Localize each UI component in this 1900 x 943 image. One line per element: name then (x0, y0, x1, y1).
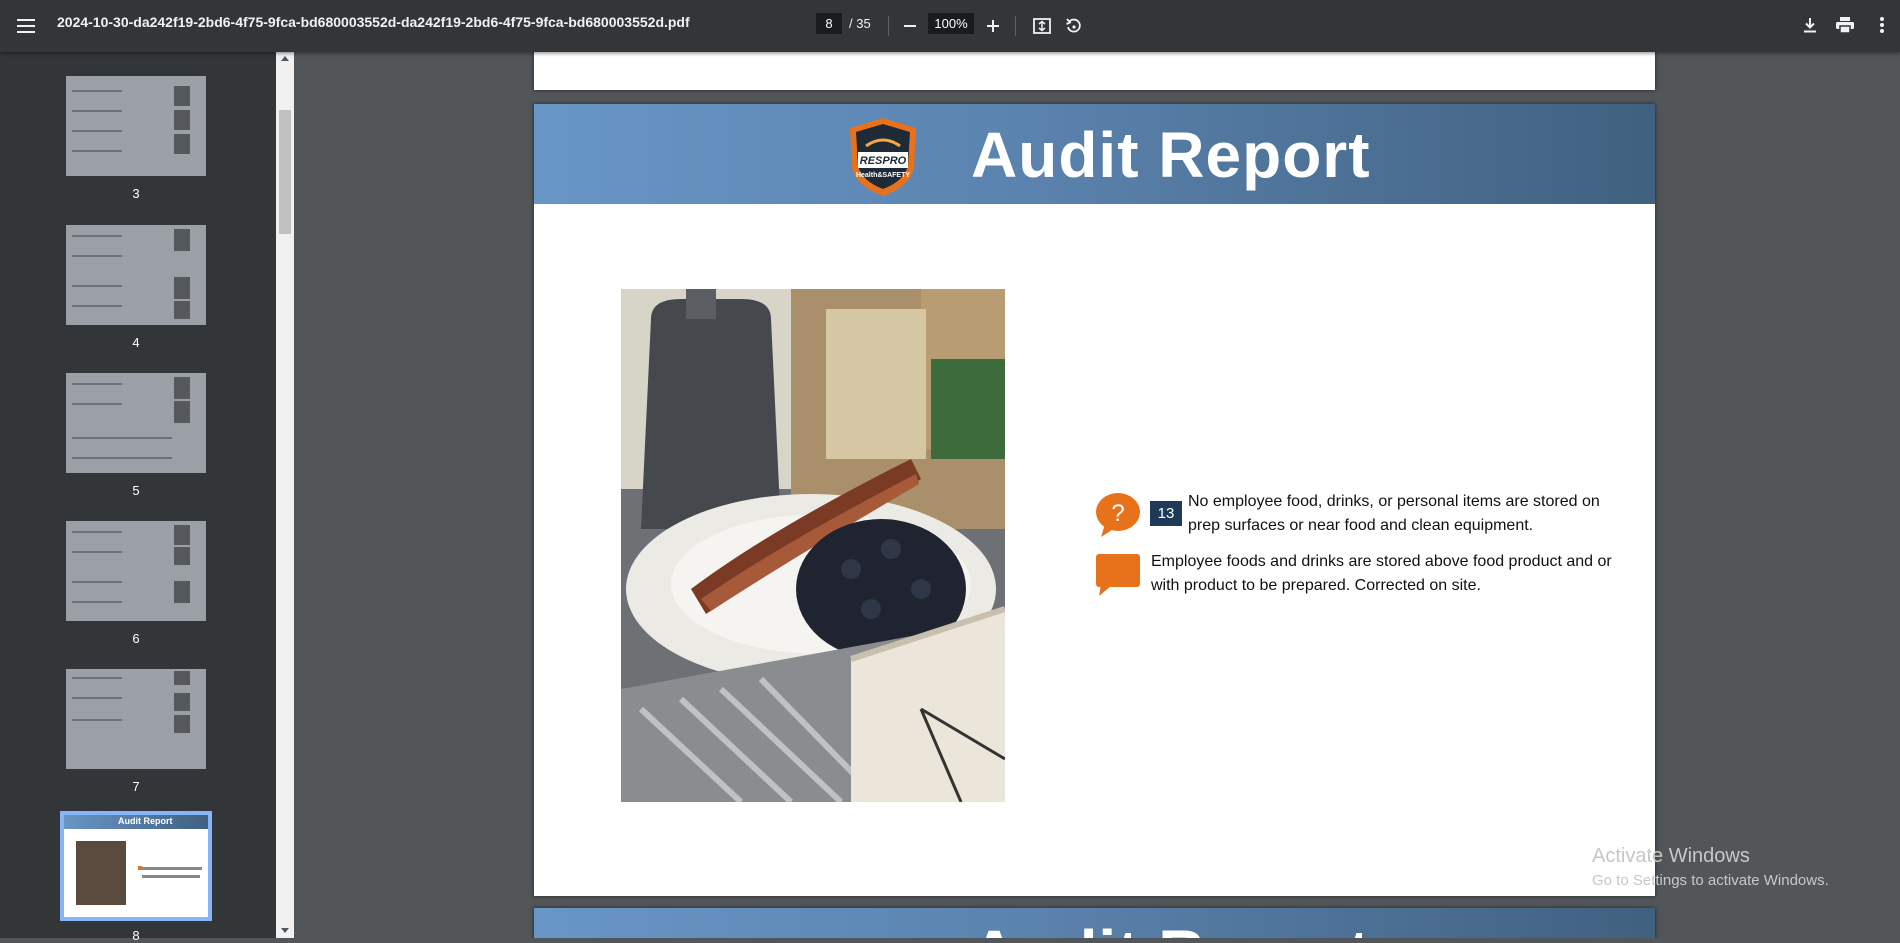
svg-text:Health&SAFETY: Health&SAFETY (856, 172, 910, 179)
page-heading: Audit Report (971, 119, 1371, 191)
zoom-in-icon[interactable] (981, 14, 1005, 38)
page-thumbnail-3[interactable] (66, 76, 206, 176)
activate-windows-subtitle: Go to Settings to activate Windows. (1592, 872, 1829, 889)
document-title: 2024-10-30-da242f19-2bd6-4f75-9fca-bd680… (57, 14, 690, 30)
thumbnail-sidebar: 3 4 5 6 7 (0, 52, 294, 938)
pdf-page-9: Audit Report (534, 908, 1655, 938)
page-total: / 35 (849, 16, 871, 31)
thumbnail-banner: Audit Report (64, 815, 208, 829)
thumbnail-label: 7 (132, 779, 140, 794)
thumbnail-text-line (142, 867, 202, 870)
thumbnail-bullet (138, 866, 142, 870)
thumbnail-label: 4 (132, 335, 140, 350)
previous-page (534, 52, 1655, 90)
zoom-out-icon[interactable] (898, 14, 922, 38)
rotate-icon[interactable] (1062, 14, 1086, 38)
thumbnail-photo (76, 841, 126, 905)
print-icon[interactable] (1833, 13, 1857, 37)
thumbnail-title: Audit Report (118, 816, 173, 826)
hamburger-menu-icon[interactable] (14, 14, 38, 38)
divider (888, 16, 889, 36)
svg-text:RESPRO: RESPRO (860, 155, 907, 167)
page-number-input[interactable]: 8 (816, 13, 842, 34)
report-banner: Audit Report (534, 908, 1655, 938)
finding-comment: Employee foods and drinks are stored abo… (1151, 553, 1612, 594)
page-thumbnail-7[interactable] (66, 669, 206, 769)
finding-number-badge: 13 (1150, 501, 1182, 526)
page-thumbnail-8-selected[interactable]: Audit Report (60, 811, 212, 921)
pdf-page-8: RESPRO Health&SAFETY Audit Report ? 13 N… (534, 104, 1655, 896)
thumbnail-label: 3 (132, 186, 140, 201)
more-options-icon[interactable] (1870, 13, 1894, 37)
pdf-toolbar: 2024-10-30-da242f19-2bd6-4f75-9fca-bd680… (0, 0, 1900, 52)
zoom-level-input[interactable]: 100% (928, 13, 974, 34)
activate-windows-title: Activate Windows (1592, 845, 1750, 867)
comment-bubble-icon (1096, 554, 1140, 596)
page-thumbnail-6[interactable] (66, 521, 206, 621)
respro-logo-icon: RESPRO Health&SAFETY (850, 118, 916, 196)
page-thumbnail-5[interactable] (66, 373, 206, 473)
thumbnail-label: 8 (132, 928, 140, 943)
finding-photo (621, 289, 1005, 802)
svg-text:?: ? (1111, 500, 1124, 527)
page-heading: Audit Report (971, 916, 1371, 938)
thumbnail-label: 6 (132, 631, 140, 646)
document-viewer[interactable]: RESPRO Health&SAFETY Audit Report ? 13 N… (294, 52, 1900, 938)
divider (1015, 16, 1016, 36)
question-bubble-icon: ? (1096, 493, 1140, 537)
report-banner: RESPRO Health&SAFETY Audit Report (534, 104, 1655, 204)
page-thumbnail-4[interactable] (66, 225, 206, 325)
thumbnail-label: 5 (132, 483, 140, 498)
fit-page-icon[interactable] (1030, 14, 1054, 38)
thumbnail-text-line (142, 875, 200, 878)
sidebar-scrollbar-thumb[interactable] (279, 110, 291, 234)
download-icon[interactable] (1798, 13, 1822, 37)
finding-question: No employee food, drinks, or personal it… (1188, 493, 1600, 534)
